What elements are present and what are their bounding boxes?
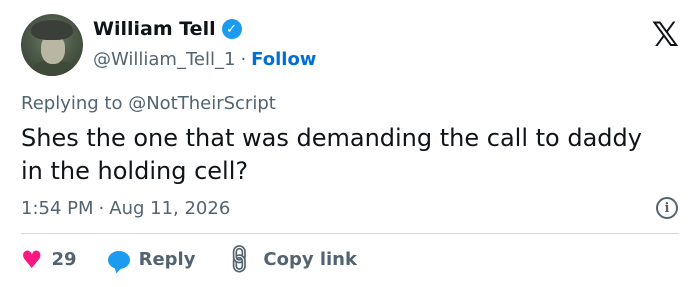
link-icon: 🔗︎ [221, 240, 260, 279]
reply-label: Reply [138, 249, 196, 270]
timestamp[interactable]: 1:54 PM · Aug 11, 2026 [21, 198, 230, 219]
reply-button[interactable]: Reply [107, 249, 196, 270]
x-logo-icon[interactable]: 𝕏 [652, 18, 679, 52]
separator-dot: · [240, 49, 247, 70]
action-bar: ♥ 29 Reply 🔗︎ Copy link [21, 241, 388, 278]
copy-link-label: Copy link [263, 249, 357, 270]
follow-button[interactable]: Follow [251, 49, 316, 70]
timestamp-separator: · [98, 198, 105, 219]
like-button[interactable]: ♥ 29 [21, 248, 77, 272]
speech-bubble-icon [107, 250, 130, 269]
author-handle[interactable]: @William_Tell_1 [93, 49, 235, 70]
tweet-time: 1:54 PM [21, 198, 94, 219]
replying-to[interactable]: Replying to @NotTheirScript [21, 93, 276, 114]
info-icon[interactable]: i [656, 197, 678, 219]
author-name-row[interactable]: William Tell ✓ [93, 18, 242, 40]
divider [21, 233, 679, 234]
copy-link-button[interactable]: 🔗︎ Copy link [222, 241, 357, 278]
verified-badge-icon: ✓ [221, 19, 242, 39]
author-name[interactable]: William Tell [93, 18, 216, 40]
author-handle-row: @William_Tell_1 · Follow [93, 49, 316, 70]
avatar-hat [31, 20, 73, 40]
tweet-text: Shes the one that was demanding the call… [21, 124, 642, 185]
like-count: 29 [51, 249, 77, 270]
tweet-date: Aug 11, 2026 [109, 198, 231, 219]
avatar[interactable] [21, 14, 83, 76]
heart-icon: ♥ [21, 245, 43, 274]
